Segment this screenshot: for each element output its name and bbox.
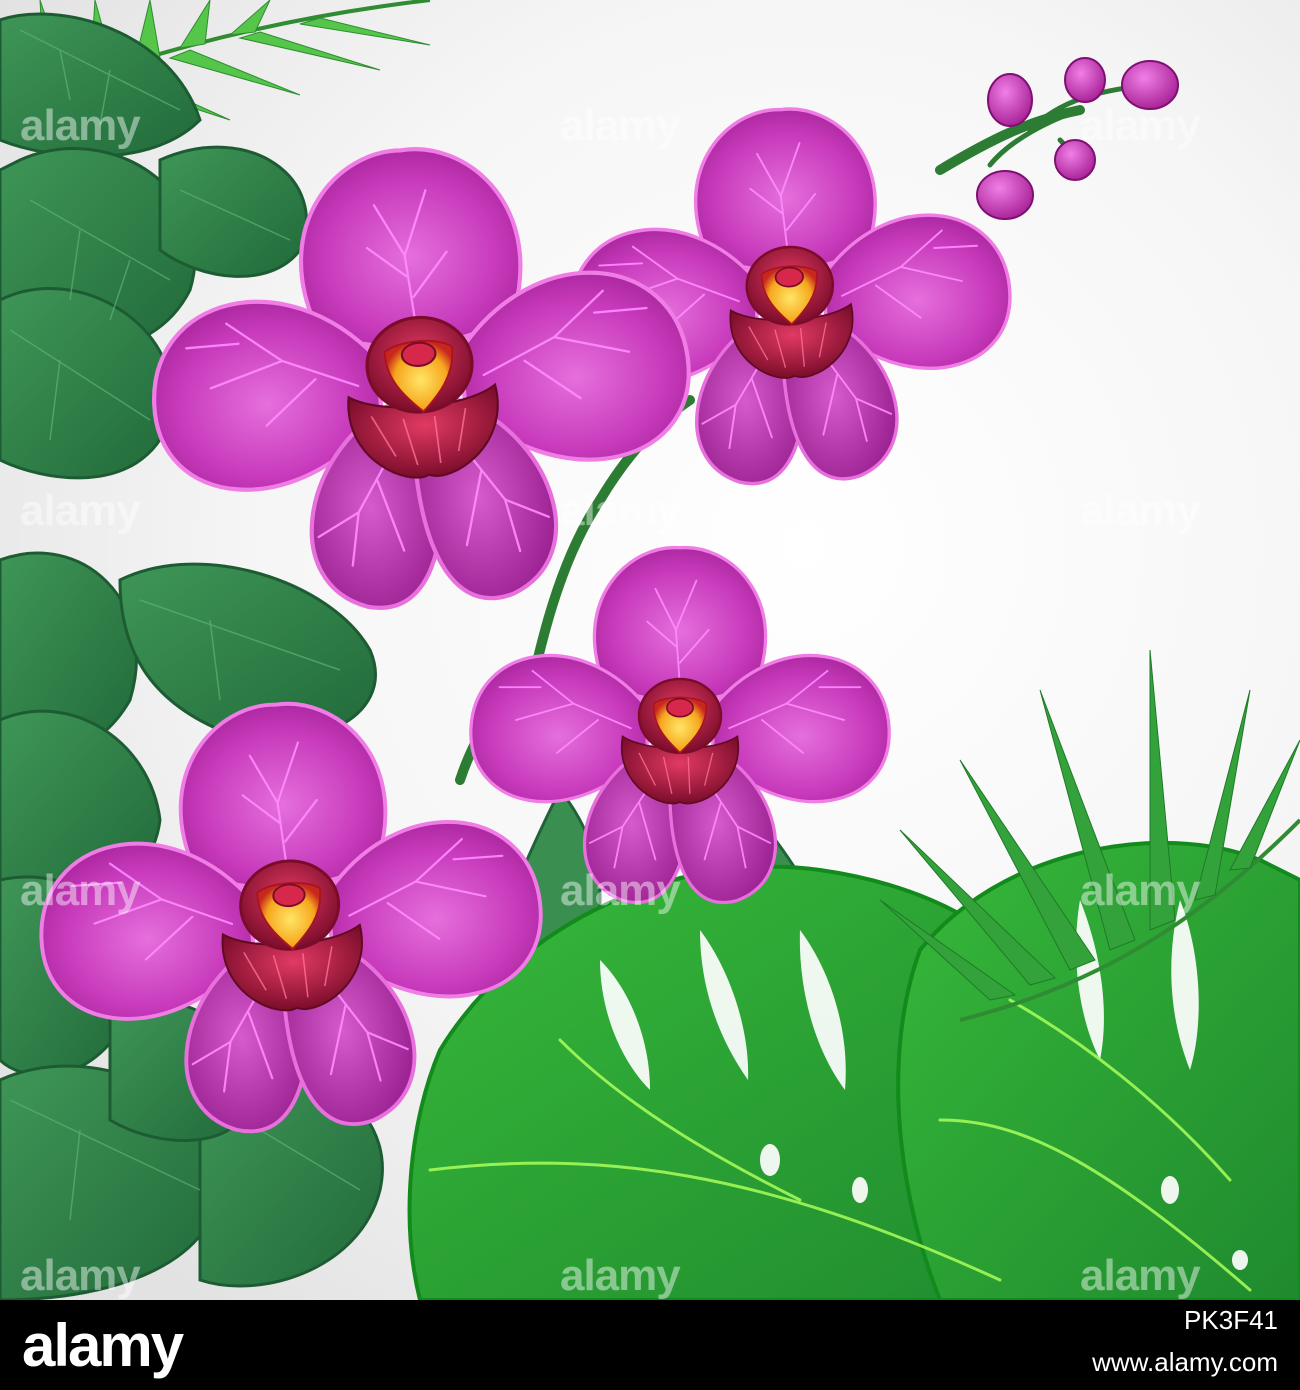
svg-text:alamy: alamy <box>1080 1251 1201 1300</box>
image-id: PK3F41 <box>1184 1305 1278 1335</box>
image-url: www.alamy.com <box>1092 1347 1278 1377</box>
svg-text:alamy: alamy <box>560 101 681 150</box>
brand-logo: alamy <box>22 1312 184 1379</box>
svg-text:alamy: alamy <box>1080 866 1201 915</box>
footer-bar: alamy PK3F41 www.alamy.com <box>0 1300 1300 1390</box>
svg-text:alamy: alamy <box>560 1251 681 1300</box>
svg-text:alamy: alamy <box>560 866 681 915</box>
svg-text:alamy: alamy <box>1080 486 1201 535</box>
svg-text:alamy: alamy <box>20 486 141 535</box>
svg-text:alamy: alamy <box>20 866 141 915</box>
orchid-illustration: alamy alamy alamy alamy alamy alamy alam… <box>0 0 1300 1300</box>
svg-text:alamy: alamy <box>20 1251 141 1300</box>
svg-text:alamy: alamy <box>1080 101 1201 150</box>
svg-text:alamy: alamy <box>560 486 681 535</box>
svg-text:alamy: alamy <box>20 101 141 150</box>
image-stage: alamy alamy alamy alamy alamy alamy alam… <box>0 0 1300 1390</box>
